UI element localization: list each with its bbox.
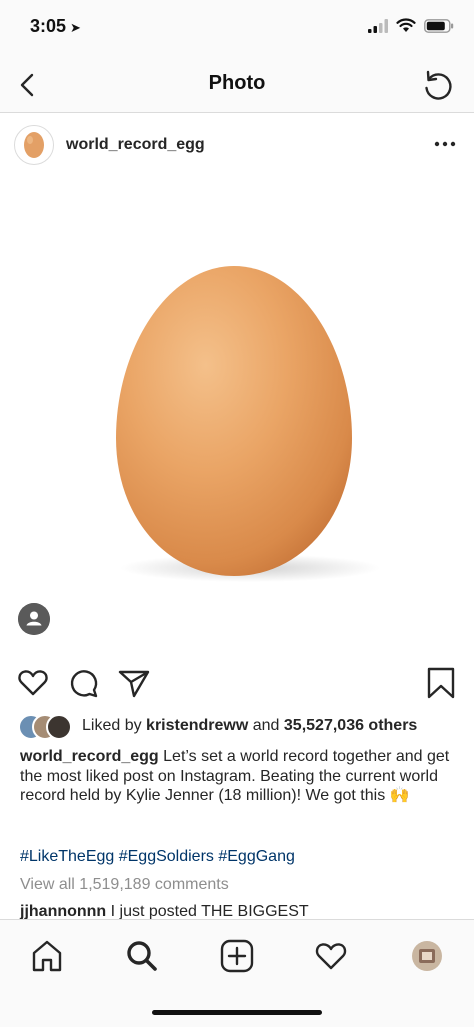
likes-row[interactable]: Liked by kristendreww and 35,527,036 oth… bbox=[18, 714, 458, 740]
status-time: 3:05 ➤ bbox=[30, 16, 81, 37]
battery-icon bbox=[424, 18, 454, 33]
add-post-icon[interactable] bbox=[219, 938, 255, 974]
likes-prefix: Liked by bbox=[82, 717, 147, 734]
post-username[interactable]: world_record_egg bbox=[66, 136, 205, 154]
home-icon[interactable] bbox=[29, 938, 65, 974]
egg-avatar-icon bbox=[24, 132, 44, 158]
likes-text: Liked by kristendreww and 35,527,036 oth… bbox=[82, 717, 417, 735]
view-all-comments[interactable]: View all 1,519,189 comments bbox=[20, 876, 229, 894]
hashtags[interactable]: #LikeTheEgg #EggSoldiers #EggGang bbox=[20, 848, 295, 866]
caption-username[interactable]: world_record_egg bbox=[20, 748, 159, 765]
status-bar: 3:05 ➤ bbox=[0, 0, 474, 58]
liker-avatar bbox=[46, 714, 72, 740]
more-dots-icon[interactable] bbox=[434, 138, 456, 150]
bookmark-icon[interactable] bbox=[424, 666, 458, 700]
clock-text: 3:05 bbox=[30, 16, 67, 36]
comment-icon[interactable] bbox=[66, 666, 100, 700]
egg-image bbox=[116, 266, 380, 582]
user-tag-icon[interactable] bbox=[18, 603, 50, 635]
post-photo[interactable] bbox=[0, 178, 474, 652]
signal-icon bbox=[368, 18, 388, 33]
post-actions bbox=[0, 662, 474, 706]
profile-avatar-icon[interactable] bbox=[409, 938, 445, 974]
post-header: world_record_egg bbox=[0, 112, 474, 179]
likes-middle: and bbox=[248, 717, 284, 734]
activity-heart-icon[interactable] bbox=[313, 938, 349, 974]
liker-username[interactable]: kristendreww bbox=[146, 717, 248, 734]
heart-icon[interactable] bbox=[16, 666, 50, 700]
location-arrow-icon: ➤ bbox=[70, 20, 81, 35]
nav-bar: Photo bbox=[0, 58, 474, 113]
home-indicator bbox=[152, 1010, 322, 1015]
status-icons bbox=[368, 18, 454, 33]
refresh-icon[interactable] bbox=[418, 66, 458, 106]
search-icon[interactable] bbox=[124, 938, 160, 974]
share-icon[interactable] bbox=[117, 666, 151, 700]
page-title: Photo bbox=[208, 72, 266, 94]
comment-text: I just posted THE BIGGEST bbox=[106, 903, 309, 920]
post-caption: world_record_egg Let’s set a world recor… bbox=[20, 747, 458, 806]
wifi-icon bbox=[396, 18, 416, 32]
comment-username[interactable]: jjhannonnn bbox=[20, 903, 106, 920]
likes-count[interactable]: 35,527,036 others bbox=[284, 717, 417, 734]
avatar[interactable] bbox=[14, 125, 54, 165]
